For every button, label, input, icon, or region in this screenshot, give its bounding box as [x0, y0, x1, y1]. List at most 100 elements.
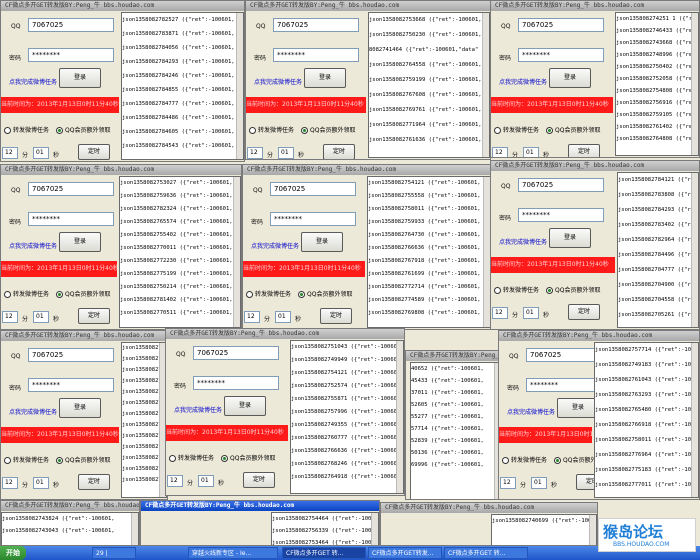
second-input[interactable]: 01	[198, 475, 214, 487]
minute-input[interactable]: 12	[2, 311, 18, 323]
qq-input[interactable]: 7067025	[518, 18, 604, 32]
window-title-bar[interactable]: CF微点多开GET转发版BY:Peng_牛 bbs.houdao.com	[1, 165, 241, 175]
log-output[interactable]: json1358082753668 ({"ret":-100601, json13…	[368, 12, 490, 158]
weibo-task-link[interactable]: 点我完成微博任务	[499, 77, 547, 86]
window-title-bar[interactable]: CF微点多开GET转发版BY:Peng_牛 bbs.houdao.com	[141, 501, 379, 511]
log-output[interactable]: 40652 ({"ret":-100601, 45433 ({"ret":-100…	[410, 362, 502, 499]
window-title-bar[interactable]: CF微点多开GET转发版BY:Peng_牛 bbs.houdao.com	[246, 1, 490, 11]
login-button[interactable]: 登录	[59, 398, 101, 418]
log-scrollbar[interactable]	[396, 341, 403, 493]
second-input[interactable]: 01	[523, 307, 539, 319]
qq-input[interactable]: 7067025	[28, 348, 114, 362]
radio-qq-vip[interactable]: QQ会员额外领取	[301, 125, 355, 134]
log-output[interactable]: json1358082743 json1358082742 json13580827…	[121, 342, 167, 498]
radio-weibo-dot[interactable]	[494, 127, 501, 134]
radio-qq-dot[interactable]	[56, 457, 63, 464]
radio-weibo-task[interactable]: 转发微博任务	[249, 125, 294, 134]
login-button[interactable]: 登录	[557, 398, 599, 418]
log-output[interactable]: json1358082740699 ({"ret":-100601,	[491, 514, 597, 545]
log-scrollbar[interactable]	[691, 13, 698, 155]
taskbar-item[interactable]: CF微点多开GET转发...	[368, 547, 442, 559]
second-input[interactable]: 01	[531, 477, 547, 489]
taskbar-item[interactable]: CF微点多开GET 转...	[444, 547, 528, 559]
qq-input[interactable]: 7067025	[518, 178, 604, 192]
timer-button[interactable]: 定时	[323, 144, 355, 159]
log-scrollbar[interactable]	[131, 513, 138, 545]
timer-button[interactable]: 定时	[78, 144, 110, 160]
radio-qq-dot[interactable]	[221, 455, 228, 462]
minute-input[interactable]: 12	[492, 147, 508, 157]
minute-input[interactable]: 12	[244, 311, 260, 323]
second-input[interactable]: 01	[33, 311, 49, 323]
password-input[interactable]: ********	[518, 48, 604, 62]
log-output[interactable]: json1358082754464 ({"ret":-100601, json13…	[271, 512, 379, 545]
radio-qq-dot[interactable]	[301, 127, 308, 134]
qq-input[interactable]: 7067025	[28, 182, 114, 196]
timer-button[interactable]: 定时	[78, 474, 110, 490]
radio-qq-vip[interactable]: QQ会员额外领取	[56, 125, 110, 134]
radio-weibo-task[interactable]: 转发微博任务	[169, 453, 214, 462]
radio-qq-dot[interactable]	[298, 291, 305, 298]
qq-input[interactable]: 7067025	[193, 346, 279, 360]
qq-input[interactable]: 7067025	[273, 18, 359, 32]
second-input[interactable]: 01	[275, 311, 291, 323]
window-title-bar[interactable]: CF微点多开GET转发版BY:Peng_牛 bbs.houdao.com	[166, 329, 404, 339]
radio-qq-vip[interactable]: QQ会员额外领取	[546, 285, 600, 294]
radio-weibo-dot[interactable]	[4, 291, 11, 298]
radio-qq-dot[interactable]	[554, 457, 561, 464]
log-scrollbar[interactable]	[482, 13, 489, 157]
radio-qq-vip[interactable]: QQ会员额外领取	[221, 453, 275, 462]
radio-qq-dot[interactable]	[546, 127, 553, 134]
radio-weibo-task[interactable]: 转发微博任务	[4, 289, 49, 298]
weibo-task-link[interactable]: 点我完成微博任务	[9, 407, 57, 416]
log-output[interactable]: json135808274251 1 ({"ret":-100601, json1…	[615, 12, 699, 156]
weibo-task-link[interactable]: 点我完成微博任务	[174, 405, 222, 414]
log-output[interactable]: json1358082782527 ({"ret":-100601, json13…	[121, 12, 244, 160]
login-button[interactable]: 登录	[301, 232, 343, 252]
taskbar-item[interactable]: 穿越火线新专区 - Ie...	[188, 547, 278, 559]
weibo-task-link[interactable]: 点我完成微博任务	[9, 77, 57, 86]
minute-input[interactable]: 12	[500, 477, 516, 489]
login-button[interactable]: 登录	[224, 396, 266, 416]
weibo-task-link[interactable]: 点我完成微博任务	[251, 241, 299, 250]
weibo-task-link[interactable]: 点我完成微博任务	[507, 407, 555, 416]
window-title-bar[interactable]: CF微点多开GET转发版BY:Peng_牛 bbs.houdao.com	[1, 501, 139, 511]
password-input[interactable]: ********	[270, 212, 356, 226]
log-output[interactable]: json1358082784121 ({"ret":-100601, json13…	[617, 172, 699, 328]
log-scrollbar[interactable]	[371, 513, 378, 545]
window-title-bar[interactable]: CF微点多开GET转发版BY:Peng_牛 bbs.houdao.com	[381, 503, 597, 513]
password-input[interactable]: ********	[28, 378, 114, 392]
log-output[interactable]: json1358082754121 ({"ret":-100601, json13…	[367, 176, 491, 328]
radio-weibo-task[interactable]: 转发微博任务	[246, 289, 291, 298]
log-scrollbar[interactable]	[691, 343, 698, 497]
log-output[interactable]: json1358082751043 ({"ret":-100601, json13…	[290, 340, 404, 494]
start-button[interactable]: 开始	[0, 546, 26, 560]
log-output[interactable]: json1358082743824 ({"ret":-100601, json13…	[1, 512, 139, 545]
radio-weibo-task[interactable]: 转发微博任务	[4, 125, 49, 134]
radio-qq-vip[interactable]: QQ会员额外领取	[56, 455, 110, 464]
login-button[interactable]: 登录	[549, 228, 591, 248]
second-input[interactable]: 01	[278, 147, 294, 159]
second-input[interactable]: 01	[33, 147, 49, 159]
login-button[interactable]: 登录	[304, 68, 346, 88]
login-button[interactable]: 登录	[549, 68, 591, 88]
weibo-task-link[interactable]: 点我完成微博任务	[499, 237, 547, 246]
second-input[interactable]: 01	[523, 147, 539, 157]
window-title-bar[interactable]: CF微点多开GET转发版BY:Peng_牛 bbs.houdao.com	[243, 165, 491, 175]
timer-button[interactable]: 定时	[568, 304, 600, 320]
log-scrollbar[interactable]	[236, 13, 243, 159]
radio-weibo-dot[interactable]	[4, 127, 11, 134]
log-output[interactable]: json1358082757714 ({"ret":-100601, json13…	[594, 342, 699, 498]
window-title-bar[interactable]: CF微点多开GET转发版BY:Peng_牛 bbs.houdao.com	[499, 331, 699, 341]
timer-button[interactable]: 定时	[78, 308, 110, 324]
password-input[interactable]: ********	[193, 376, 279, 390]
taskbar-item[interactable]: CF微点多开GET 转...	[282, 547, 366, 559]
radio-weibo-task[interactable]: 转发微博任务	[494, 125, 539, 134]
minute-input[interactable]: 12	[2, 147, 18, 159]
qq-input[interactable]: 7067025	[28, 18, 114, 32]
radio-qq-dot[interactable]	[546, 287, 553, 294]
second-input[interactable]: 01	[33, 477, 49, 489]
window-title-bar[interactable]: CF微点多开GET转发版BY:Peng_牛 bbs.houdao.com	[1, 331, 167, 341]
radio-weibo-dot[interactable]	[502, 457, 509, 464]
radio-weibo-dot[interactable]	[494, 287, 501, 294]
